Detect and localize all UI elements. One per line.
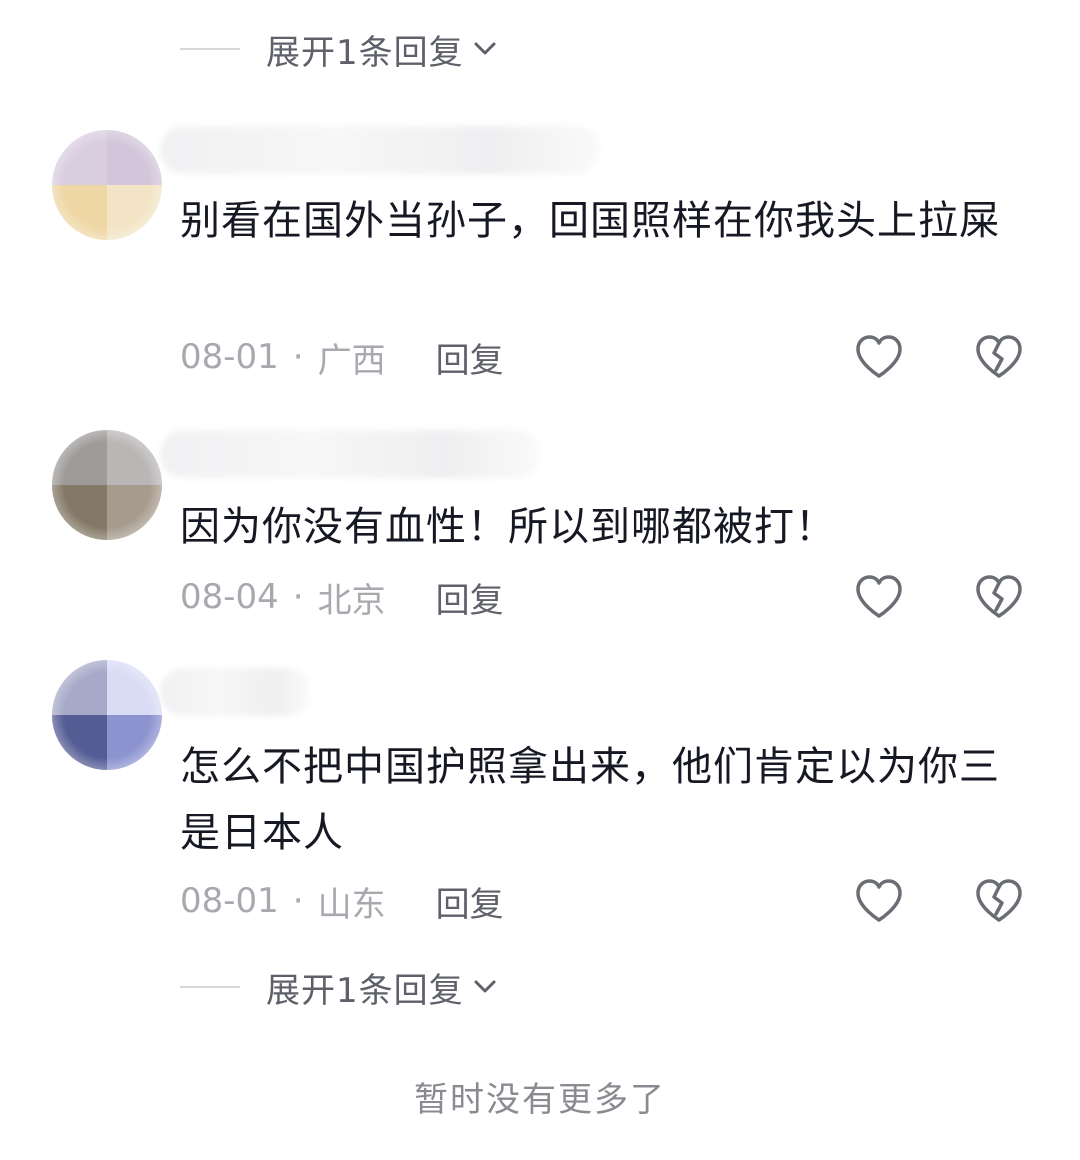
comment-location: 广西 xyxy=(317,340,386,381)
avatar[interactable] xyxy=(52,130,162,240)
meta-separator: · xyxy=(292,337,304,377)
expand-replies-bottom[interactable]: 展开1条回复 xyxy=(180,962,498,1012)
comment-text: 因为你没有血性！所以到哪都被打！ xyxy=(180,504,836,550)
reply-button[interactable]: 回复 xyxy=(436,333,504,382)
no-more-label: 暂时没有更多了 xyxy=(414,1080,666,1120)
avatar-blur xyxy=(52,660,162,770)
heart-outline-icon[interactable] xyxy=(852,330,906,384)
chevron-down-icon xyxy=(474,42,496,55)
meta-separator: · xyxy=(292,881,304,921)
avatar[interactable] xyxy=(52,660,162,770)
comment-date: 08-01 xyxy=(180,337,279,377)
heart-outline-icon[interactable] xyxy=(852,570,906,624)
broken-heart-icon[interactable] xyxy=(972,330,1026,384)
divider-line xyxy=(180,986,240,988)
avatar[interactable] xyxy=(52,430,162,540)
comment-meta: 08-04 · 北京 回复 xyxy=(180,572,504,622)
broken-heart-icon[interactable] xyxy=(972,570,1026,624)
heart-outline-icon[interactable] xyxy=(852,874,906,928)
divider-line xyxy=(180,48,240,50)
expand-replies-label: 展开1条回复 xyxy=(266,970,464,1011)
comment-date: 08-04 xyxy=(180,577,279,617)
expand-replies-top[interactable]: 展开1条回复 xyxy=(180,24,498,74)
reply-button[interactable]: 回复 xyxy=(436,573,504,622)
comment-meta: 08-01 · 广西 回复 xyxy=(180,332,504,382)
comment-date: 08-01 xyxy=(180,881,279,921)
comment-location: 北京 xyxy=(317,580,386,621)
comment-location: 山东 xyxy=(317,884,386,925)
username-redacted[interactable] xyxy=(160,430,540,478)
meta-separator: · xyxy=(292,577,304,617)
comment-text: 怎么不把中国护照拿出来，他们肯定以为你三是日本人 xyxy=(180,744,1000,856)
username-redacted[interactable] xyxy=(160,668,310,716)
avatar-blur xyxy=(52,130,162,240)
avatar-blur xyxy=(52,430,162,540)
reply-button[interactable]: 回复 xyxy=(436,877,504,926)
broken-heart-icon[interactable] xyxy=(972,874,1026,928)
expand-replies-label: 展开1条回复 xyxy=(266,32,464,73)
comment-text: 别看在国外当孙子，回国照样在你我头上拉屎 xyxy=(180,198,1000,244)
chevron-down-icon xyxy=(474,980,496,993)
username-redacted[interactable] xyxy=(160,126,600,174)
comment-meta: 08-01 · 山东 回复 xyxy=(180,876,504,926)
